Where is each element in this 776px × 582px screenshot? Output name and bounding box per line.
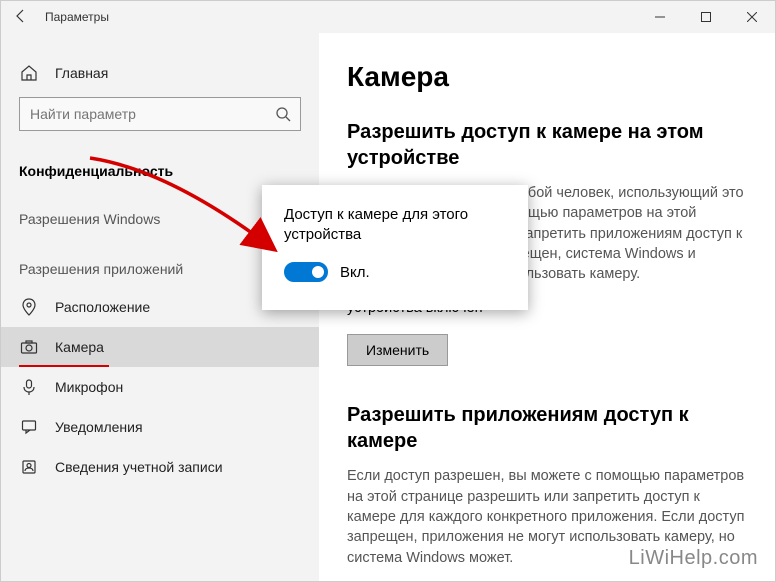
sidebar-section-privacy: Конфиденциальность — [1, 149, 319, 187]
change-button[interactable]: Изменить — [347, 334, 448, 366]
account-icon — [19, 457, 39, 477]
section-heading-device: Разрешить доступ к камере на этом устрой… — [347, 119, 747, 171]
sidebar-item-notifications[interactable]: Уведомления — [1, 407, 319, 447]
section-heading-apps: Разрешить приложениям доступ к камере — [347, 402, 747, 454]
location-icon — [19, 297, 39, 317]
device-access-toggle-label: Вкл. — [340, 264, 370, 281]
search-input[interactable] — [20, 106, 266, 122]
minimize-button[interactable] — [637, 1, 683, 33]
home-icon — [19, 63, 39, 83]
window-title: Параметры — [41, 10, 637, 24]
sidebar-item-account[interactable]: Сведения учетной записи — [1, 447, 319, 487]
close-button[interactable] — [729, 1, 775, 33]
sidebar-item-label: Микрофон — [55, 379, 123, 395]
sidebar-item-label: Сведения учетной записи — [55, 459, 223, 475]
sidebar-home[interactable]: Главная — [1, 53, 319, 93]
device-access-popup: Доступ к камере для этого устройства Вкл… — [262, 185, 528, 310]
sidebar-item-label: Камера — [55, 339, 104, 355]
microphone-icon — [19, 377, 39, 397]
search-box[interactable] — [19, 97, 301, 131]
sidebar-item-label: Уведомления — [55, 419, 143, 435]
popup-title: Доступ к камере для этого устройства — [284, 205, 506, 244]
sidebar-item-camera[interactable]: Камера — [1, 327, 319, 367]
device-access-toggle[interactable] — [284, 262, 328, 282]
notifications-icon — [19, 417, 39, 437]
page-title: Камера — [347, 61, 747, 93]
back-button[interactable] — [1, 8, 41, 27]
watermark: LiWiHelp.com — [629, 547, 758, 570]
camera-icon — [19, 337, 39, 357]
search-icon — [266, 106, 300, 122]
sidebar-item-microphone[interactable]: Микрофон — [1, 367, 319, 407]
maximize-button[interactable] — [683, 1, 729, 33]
titlebar: Параметры — [1, 1, 775, 33]
sidebar-item-label: Расположение — [55, 299, 150, 315]
sidebar-home-label: Главная — [55, 65, 108, 81]
